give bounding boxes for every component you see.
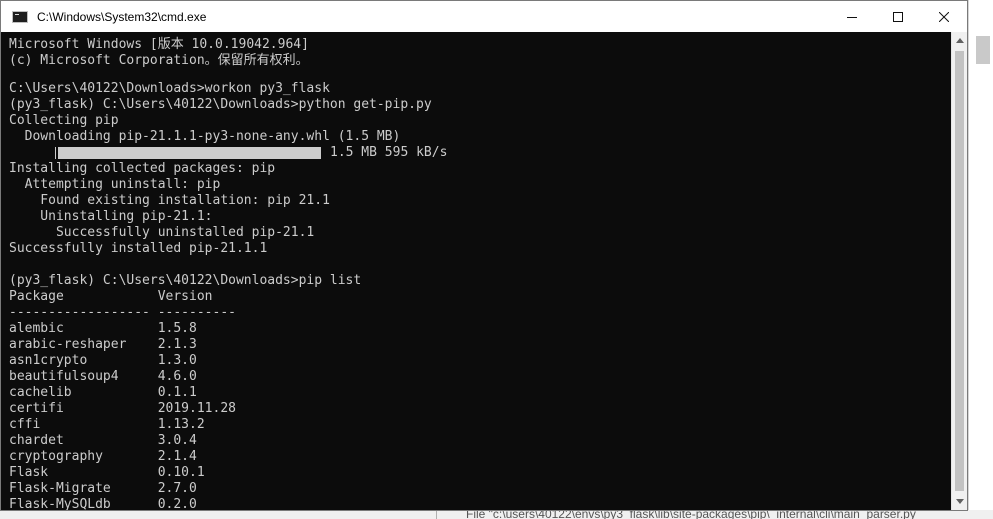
console-line: alembic 1.5.8 [9,321,197,336]
console-line: beautifulsoup4 4.6.0 [9,369,197,384]
console-line: Successfully installed pip-21.1.1 [9,241,268,256]
download-progress-text: 1.5 MB 595 kB/s [330,145,448,160]
console-lines: Microsoft Windows [版本 10.0.19042.964] (c)… [9,33,447,510]
download-progress-line: 1.5 MB 595 kB/s [9,145,447,161]
console-line: cffi 1.13.2 [9,417,205,432]
console-line: (c) Microsoft Corporation。保留所有权利。 [9,53,309,68]
console-line: cryptography 2.1.4 [9,449,197,464]
console-line: Flask 0.10.1 [9,465,205,480]
cmd-app-icon[interactable] [12,10,28,23]
console-line: arabic-reshaper 2.1.3 [9,337,197,352]
console-line: Installing collected packages: pip [9,161,276,176]
console-line: Successfully uninstalled pip-21.1 [9,225,315,240]
console-line: (py3_flask) C:\Users\40122\Downloads>pyt… [9,97,432,112]
console-line: Microsoft Windows [版本 10.0.19042.964] [9,37,309,52]
download-progress-fill [58,147,321,159]
console-output[interactable]: Microsoft Windows [版本 10.0.19042.964] (c)… [1,32,951,510]
close-button[interactable] [921,1,967,32]
title-bar[interactable]: C:\Windows\System32\cmd.exe [1,1,967,32]
console-line: C:\Users\40122\Downloads>workon py3_flas… [9,81,330,96]
maximize-button[interactable] [875,1,921,32]
minimize-icon [847,16,857,18]
console-line: ------------------ ---------- [9,305,236,320]
background-scrollbar-thumb [976,36,990,64]
console-line: Downloading pip-21.1.1-py3-none-any.whl … [9,129,401,144]
minimize-button[interactable] [829,1,875,32]
console-line: Flask-MySQLdb 0.2.0 [9,497,197,510]
console-line: (py3_flask) C:\Users\40122\Downloads>pip… [9,273,362,288]
vertical-scrollbar[interactable] [951,32,967,510]
window-title: C:\Windows\System32\cmd.exe [37,9,207,24]
console-line: certifi 2019.11.28 [9,401,236,416]
close-icon [939,11,949,22]
console-line: cachelib 0.1.1 [9,385,197,400]
chevron-down-icon [956,499,964,504]
cmd-window[interactable]: C:\Windows\System32\cmd.exe Microsoft Wi… [0,0,968,511]
desktop: File "c:\users\40122\envs\py3_flask\lib\… [0,0,993,519]
scroll-up-button[interactable] [952,32,967,49]
maximize-icon [893,11,903,22]
console-line: asn1crypto 1.3.0 [9,353,197,368]
console-line: Found existing installation: pip 21.1 [9,193,330,208]
download-progress-bar [55,147,321,159]
console-line: Collecting pip [9,113,119,128]
console-line: Attempting uninstall: pip [9,177,221,192]
scrollbar-thumb[interactable] [955,51,964,491]
console-line: chardet 3.0.4 [9,433,197,448]
background-divider [436,510,437,519]
background-window-right [968,0,993,519]
console-line: Flask-Migrate 2.7.0 [9,481,197,496]
console-line: Package Version [9,289,213,304]
chevron-up-icon [956,38,964,43]
console-line: Uninstalling pip-21.1: [9,209,213,224]
scroll-down-button[interactable] [952,493,967,510]
